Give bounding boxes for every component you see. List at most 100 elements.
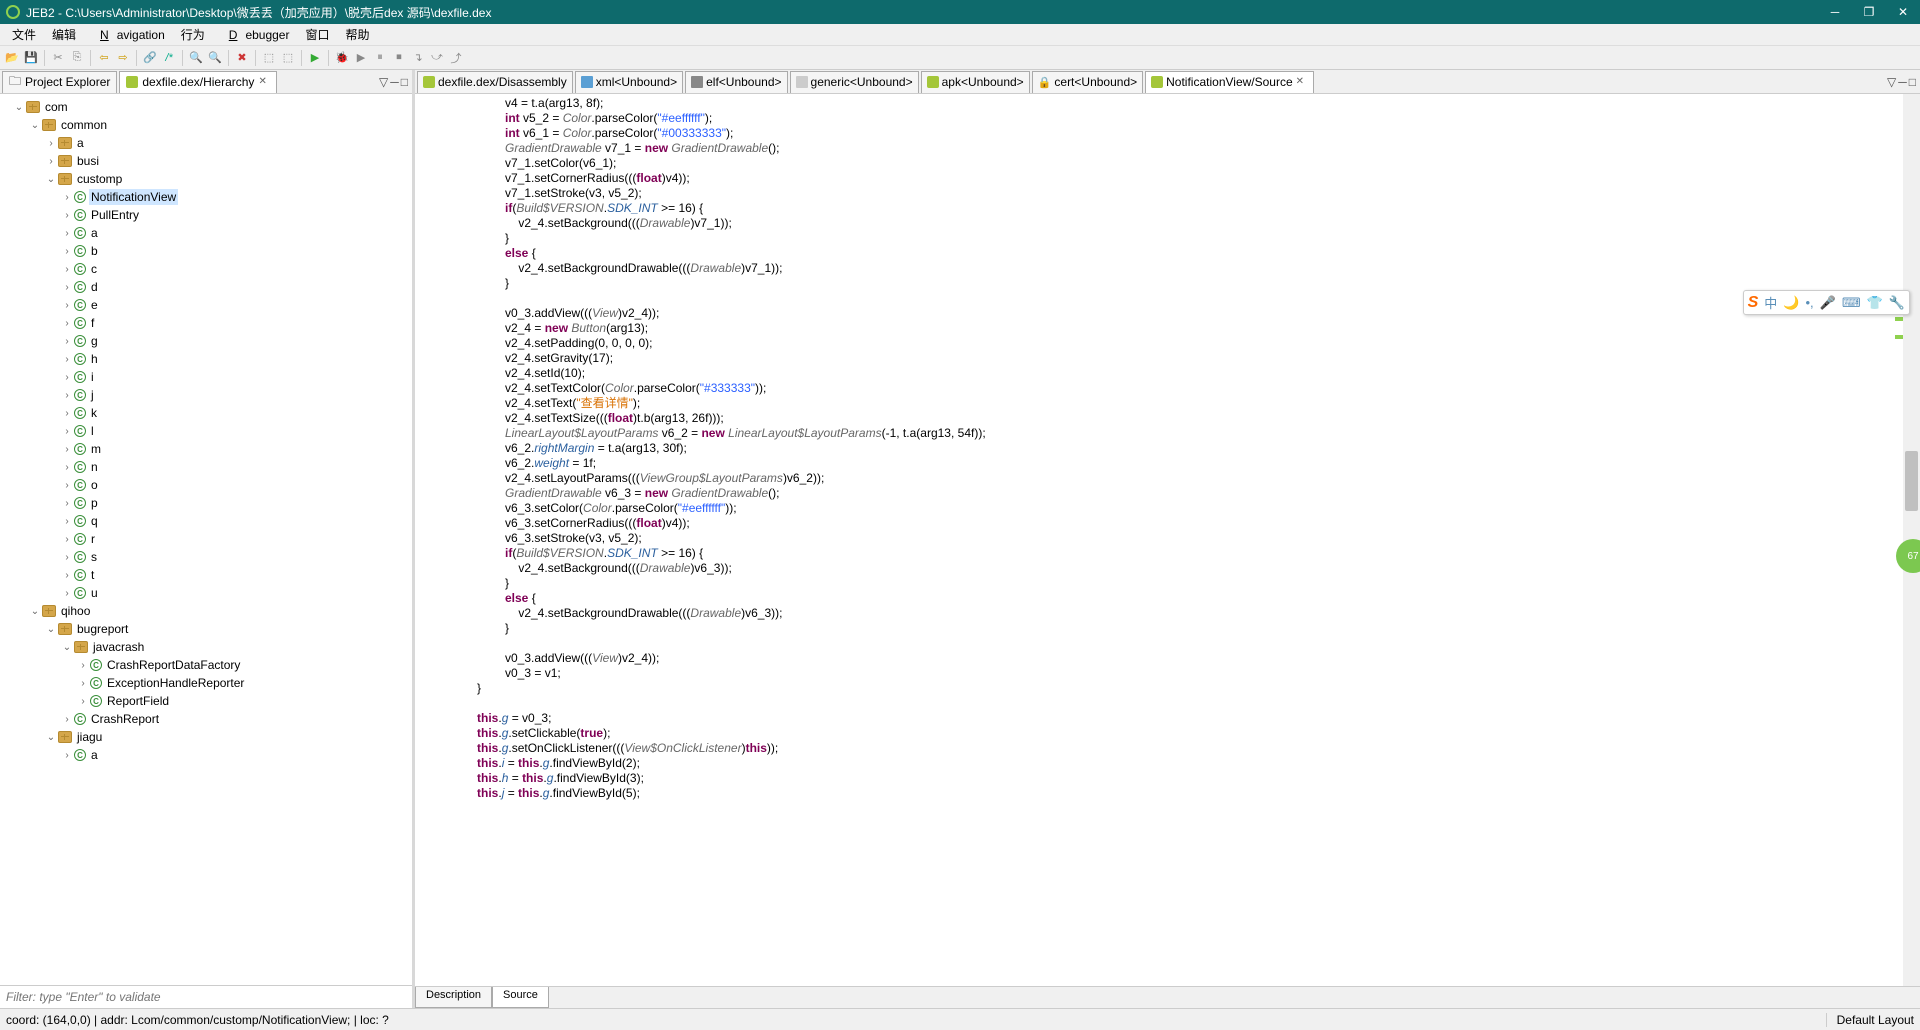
tree-node[interactable]: b [89,243,100,259]
tree-node-selected[interactable]: NotificationView [89,189,178,205]
tree-node[interactable]: CrashReportDataFactory [105,657,242,673]
tree-node[interactable]: common [59,117,109,133]
debug-stop-icon[interactable]: ⏹ [391,50,407,66]
debug-pause-icon[interactable]: ⏸ [372,50,388,66]
tree-node[interactable]: a [89,225,100,241]
find-icon[interactable]: 🔍 [188,50,204,66]
tree-node[interactable]: busi [75,153,101,169]
minimize-icon[interactable]: ─ [390,75,399,89]
ime-skin-icon[interactable]: 👕 [1867,295,1883,311]
minimize-icon[interactable]: ─ [1898,75,1907,89]
menu-action[interactable]: 行为 [173,24,213,45]
tab-cert[interactable]: 🔒cert<Unbound> [1032,71,1143,93]
ime-mic-icon[interactable]: 🎤 [1820,295,1836,311]
tree-node[interactable]: i [89,369,96,385]
ime-lang[interactable]: 中 [1764,293,1777,312]
tab-elf[interactable]: elf<Unbound> [685,71,787,93]
parser-icon[interactable]: ⬚ [261,50,277,66]
tree-node[interactable]: g [89,333,100,349]
tree-node[interactable]: m [89,441,103,457]
tab-generic[interactable]: generic<Unbound> [790,71,919,93]
ime-toolbar[interactable]: S 中 🌙 •, 🎤 ⌨ 👕 🔧 [1743,290,1910,315]
menu-window[interactable]: 窗口 [297,24,337,45]
tab-project-explorer[interactable]: 🗀 Project Explorer [2,71,117,93]
tree-node[interactable]: r [89,531,97,547]
tree-node[interactable]: t [89,567,96,583]
menu-navigation[interactable]: Navigation [84,26,173,44]
tree-node[interactable]: h [89,351,100,367]
delete-icon[interactable]: ✖ [234,50,250,66]
step-into-icon[interactable]: ↴ [410,50,426,66]
view-menu-icon[interactable]: ▽ [379,75,388,89]
copy-icon[interactable]: ⎘ [69,50,85,66]
tree-node[interactable]: a [75,135,86,151]
tree-node[interactable]: ExceptionHandleReporter [105,675,246,691]
tree-node[interactable]: l [89,423,96,439]
findnext-icon[interactable]: 🔍 [207,50,223,66]
cut-icon[interactable]: ✂ [50,50,66,66]
menu-help[interactable]: 帮助 [338,24,378,45]
tree-node[interactable]: jiagu [75,729,104,745]
tree-node[interactable]: CrashReport [89,711,161,727]
tree-node[interactable]: o [89,477,100,493]
code-editor[interactable]: v4 = t.a(arg13, 8f); int v5_2 = Color.pa… [415,94,1920,986]
minimize-button[interactable]: ─ [1818,0,1852,24]
close-button[interactable]: ✕ [1886,0,1920,24]
ime-settings-icon[interactable]: 🔧 [1889,295,1905,311]
tree-node[interactable]: qihoo [59,603,92,619]
tab-xml[interactable]: xml<Unbound> [575,71,683,93]
tree-node[interactable]: bugreport [75,621,130,637]
tree-node[interactable]: q [89,513,100,529]
tab-apk[interactable]: apk<Unbound> [921,71,1030,93]
tab-description[interactable]: Description [415,987,492,1008]
tree-node[interactable]: s [89,549,99,565]
tree-node[interactable]: PullEntry [89,207,141,223]
tree-node[interactable]: u [89,585,100,601]
tree-node[interactable]: ReportField [105,693,171,709]
tab-hierarchy[interactable]: dexfile.dex/Hierarchy ✕ [119,71,277,93]
tree-node[interactable]: j [89,387,96,403]
tree-node[interactable]: customp [75,171,124,187]
tree-node[interactable]: com [43,99,70,115]
save-icon[interactable]: 💾 [23,50,39,66]
sogou-icon[interactable]: S [1748,294,1759,312]
close-icon[interactable]: ✕ [258,76,270,88]
overview-ruler[interactable] [1895,94,1903,986]
tree-node[interactable]: e [89,297,100,313]
step-over-icon[interactable]: ⤻ [429,50,445,66]
debug-attach-icon[interactable]: 🐞 [334,50,350,66]
tab-source[interactable]: NotificationView/Source✕ [1145,71,1314,93]
hierarchy-tree[interactable]: ⌄com ⌄common ›a ›busi ⌄customp ›CNotific… [0,94,412,985]
script-icon[interactable]: ⬚ [280,50,296,66]
filter-input[interactable] [0,986,412,1008]
tree-node[interactable]: a [89,747,100,763]
close-icon[interactable]: ✕ [1296,76,1308,88]
menu-edit[interactable]: 编辑 [44,24,84,45]
tree-node[interactable]: n [89,459,100,475]
maximize-icon[interactable]: □ [1909,75,1916,89]
tree-node[interactable]: c [89,261,99,277]
maximize-button[interactable]: ❐ [1852,0,1886,24]
tree-node[interactable]: javacrash [91,639,146,655]
tree-node[interactable]: k [89,405,99,421]
maximize-icon[interactable]: □ [401,75,408,89]
debug-run-icon[interactable]: ▶ [353,50,369,66]
ime-keyboard-icon[interactable]: ⌨ [1842,295,1861,311]
tree-node[interactable]: d [89,279,100,295]
menu-file[interactable]: 文件 [4,24,44,45]
view-menu-icon[interactable]: ▽ [1887,75,1896,89]
open-icon[interactable]: 📂 [4,50,20,66]
refparse-icon[interactable]: 🔗 [142,50,158,66]
menu-debugger[interactable]: Debugger [213,26,298,44]
tab-source-bottom[interactable]: Source [492,987,549,1008]
ime-moon-icon[interactable]: 🌙 [1783,295,1799,311]
comment-icon[interactable]: /* [161,50,177,66]
tab-disassembly[interactable]: dexfile.dex/Disassembly [417,71,573,93]
ime-punct-icon[interactable]: •, [1806,295,1814,310]
tree-node[interactable]: p [89,495,100,511]
back-icon[interactable]: ⇦ [96,50,112,66]
forward-icon[interactable]: ⇨ [115,50,131,66]
tree-node[interactable]: f [89,315,96,331]
run-icon[interactable]: ▶ [307,50,323,66]
step-out-icon[interactable]: ⤴ [448,50,464,66]
